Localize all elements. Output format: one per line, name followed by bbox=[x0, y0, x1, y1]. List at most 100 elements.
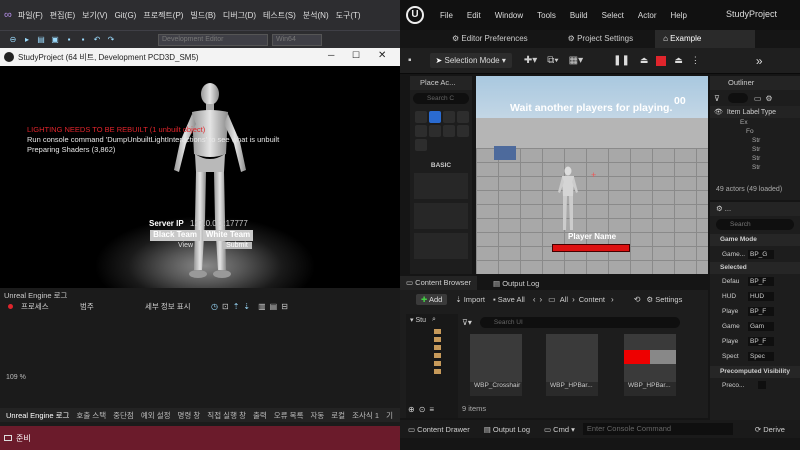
tab-exception-settings[interactable]: 예외 설정 bbox=[141, 410, 171, 421]
tree-add-icon[interactable]: ⊕ bbox=[408, 405, 415, 414]
maximize-icon[interactable]: ☐ bbox=[352, 50, 360, 61]
ue-menu-select[interactable]: Select bbox=[602, 11, 624, 20]
asset-search-input[interactable]: Search UI bbox=[479, 316, 680, 328]
tab-ue-log[interactable]: Unreal Engine 로그 bbox=[6, 410, 69, 421]
save-level-icon[interactable]: ▪ bbox=[408, 55, 412, 66]
clear-icon[interactable]: ▥ bbox=[258, 302, 266, 311]
col-item-label[interactable]: Item Label bbox=[727, 109, 761, 116]
stop-button[interactable] bbox=[656, 55, 667, 66]
tree-row[interactable]: Str bbox=[740, 136, 800, 145]
selection-mode-button[interactable]: ➤ Selection Mode ▾ bbox=[429, 53, 512, 68]
view-button[interactable]: View bbox=[178, 242, 193, 249]
add-actor-icon[interactable]: ✚▾ bbox=[524, 55, 537, 66]
ue-menu-build[interactable]: Build bbox=[570, 11, 588, 20]
asset-tile-hpbar-1[interactable]: WBP_HPBar... bbox=[546, 334, 598, 396]
tree-menu-icon[interactable]: ≡ bbox=[429, 405, 434, 414]
vs-menu-file[interactable]: 파일(F) bbox=[18, 10, 43, 21]
pause-button[interactable]: ❚❚ bbox=[613, 55, 630, 66]
detail-toggle[interactable]: 세부 정보 표시 bbox=[145, 301, 205, 312]
tab-example[interactable]: ⌂ Example bbox=[655, 30, 756, 48]
preco-checkbox[interactable] bbox=[758, 381, 766, 389]
vs-menu-view[interactable]: 보기(V) bbox=[82, 10, 107, 21]
col-type[interactable]: Type bbox=[761, 109, 776, 116]
tab-breakpoints[interactable]: 중단점 bbox=[113, 410, 134, 421]
save-all-icon[interactable]: ▪ bbox=[78, 35, 88, 45]
vs-menu-edit[interactable]: 편집(E) bbox=[50, 10, 75, 21]
process-dropdown[interactable]: 프로세스 bbox=[21, 301, 76, 312]
nav-forward-icon[interactable]: › bbox=[540, 295, 543, 304]
tree-search-icon[interactable]: ⌕ bbox=[432, 316, 436, 324]
visibility-icon[interactable]: 👁 bbox=[714, 108, 723, 116]
basic-icon[interactable] bbox=[429, 111, 441, 123]
tree-folder-icon[interactable] bbox=[434, 345, 441, 350]
game-viewport[interactable]: LIGHTING NEEDS TO BE REBUILT (1 unbuilt … bbox=[0, 66, 400, 288]
back-icon[interactable]: ⊖ bbox=[8, 35, 18, 45]
ue-menu-actor[interactable]: Actor bbox=[638, 11, 657, 20]
status-output-log-button[interactable]: ▤ Output Log bbox=[484, 425, 530, 434]
ue-menu-tools[interactable]: Tools bbox=[537, 11, 556, 20]
undo-icon[interactable]: ↶ bbox=[92, 35, 102, 45]
vs-menu-build[interactable]: 빌드(B) bbox=[190, 10, 215, 21]
ue-menu-edit[interactable]: Edit bbox=[467, 11, 481, 20]
tree-folder-icon[interactable] bbox=[434, 361, 441, 366]
lights-icon[interactable] bbox=[443, 111, 455, 123]
tab-watch-1[interactable]: 조사식 1 bbox=[352, 410, 379, 421]
content-drawer-button[interactable]: ▭ Content Drawer bbox=[408, 425, 470, 434]
tree-folder-icon[interactable] bbox=[434, 369, 441, 374]
history-icon[interactable]: ⟲ bbox=[634, 295, 641, 304]
category-dropdown[interactable]: 범주 bbox=[80, 301, 145, 312]
save-all-button[interactable]: ▪ Save All bbox=[493, 295, 525, 304]
path-content[interactable]: Content bbox=[579, 295, 605, 304]
game-mode-value[interactable]: BP_G bbox=[748, 249, 774, 259]
settings-dropdown-icon[interactable]: » bbox=[756, 54, 763, 68]
cmd-dropdown[interactable]: ▭ Cmd ▾ bbox=[544, 425, 575, 434]
details-search[interactable]: Search bbox=[716, 219, 794, 230]
place-actors-search[interactable]: Search C bbox=[413, 93, 469, 104]
ue-menu-window[interactable]: Window bbox=[495, 11, 523, 20]
scroll-up-icon[interactable]: ⇡ bbox=[233, 302, 240, 311]
tab-command-window[interactable]: 명령 창 bbox=[178, 410, 201, 421]
tree-row[interactable]: Ex bbox=[740, 118, 800, 127]
scroll-down-icon[interactable]: ⇣ bbox=[243, 302, 250, 311]
close-icon[interactable]: ✕ bbox=[378, 50, 386, 61]
black-team-button[interactable]: Black Team bbox=[150, 230, 200, 241]
tab-editor-preferences[interactable]: ⚙ Editor Preferences bbox=[444, 30, 536, 48]
tab-output[interactable]: 출력 bbox=[253, 410, 267, 421]
filter-icon[interactable]: ⊽ bbox=[714, 94, 720, 103]
tab-locals[interactable]: 로컬 bbox=[331, 410, 345, 421]
add-folder-icon[interactable]: ▭ bbox=[754, 94, 762, 103]
white-team-button[interactable]: White Team bbox=[203, 230, 253, 241]
shapes-icon[interactable] bbox=[457, 111, 469, 123]
asset-filter-icon[interactable]: ⊽▾ bbox=[462, 318, 472, 327]
cinematics-icon[interactable]: ▦▾ bbox=[569, 55, 583, 66]
vs-menu-tools[interactable]: 도구(T) bbox=[336, 10, 361, 21]
details-row-value[interactable]: BP_F bbox=[748, 337, 774, 346]
details-row-value[interactable]: HUD bbox=[748, 292, 774, 301]
minimize-icon[interactable]: ─ bbox=[328, 50, 334, 60]
path-all[interactable]: All bbox=[560, 295, 568, 304]
console-input[interactable]: Enter Console Command bbox=[582, 423, 733, 435]
ue-menu-help[interactable]: Help bbox=[671, 11, 687, 20]
tree-root-label[interactable]: Stu bbox=[416, 317, 427, 324]
import-button[interactable]: ⇣ Import bbox=[455, 295, 485, 304]
vs-menu-project[interactable]: 프로젝트(P) bbox=[143, 10, 183, 21]
details-row-value[interactable]: BP_F bbox=[748, 307, 774, 316]
tab-project-settings[interactable]: ⚙ Project Settings bbox=[560, 30, 641, 48]
tab-output-log[interactable]: ▤ Output Log bbox=[487, 279, 545, 288]
submit-button[interactable]: Submit bbox=[222, 242, 252, 249]
eject-button[interactable]: ⏏ bbox=[640, 55, 649, 66]
tab-error-list[interactable]: 오류 목록 bbox=[274, 410, 304, 421]
tree-folder-icon[interactable] bbox=[434, 329, 441, 334]
level-viewport[interactable]: Wait another players for playing. 00 Pla… bbox=[476, 76, 708, 274]
add-button[interactable]: ✚ Add bbox=[416, 293, 448, 305]
ue-menu-file[interactable]: File bbox=[440, 11, 453, 20]
content-settings-button[interactable]: ⚙ Settings bbox=[646, 295, 682, 304]
actor-character[interactable] bbox=[414, 203, 468, 229]
vs-menu-git[interactable]: Git(G) bbox=[115, 11, 137, 20]
actor-pawn[interactable] bbox=[414, 233, 468, 259]
section-selected[interactable]: Selected bbox=[710, 262, 800, 274]
collapse-icon[interactable]: ▾ bbox=[410, 316, 414, 324]
redo-icon[interactable]: ↷ bbox=[106, 35, 116, 45]
tree-folder-icon[interactable] bbox=[434, 353, 441, 358]
tab-immediate-window[interactable]: 직접 실행 창 bbox=[207, 410, 246, 421]
